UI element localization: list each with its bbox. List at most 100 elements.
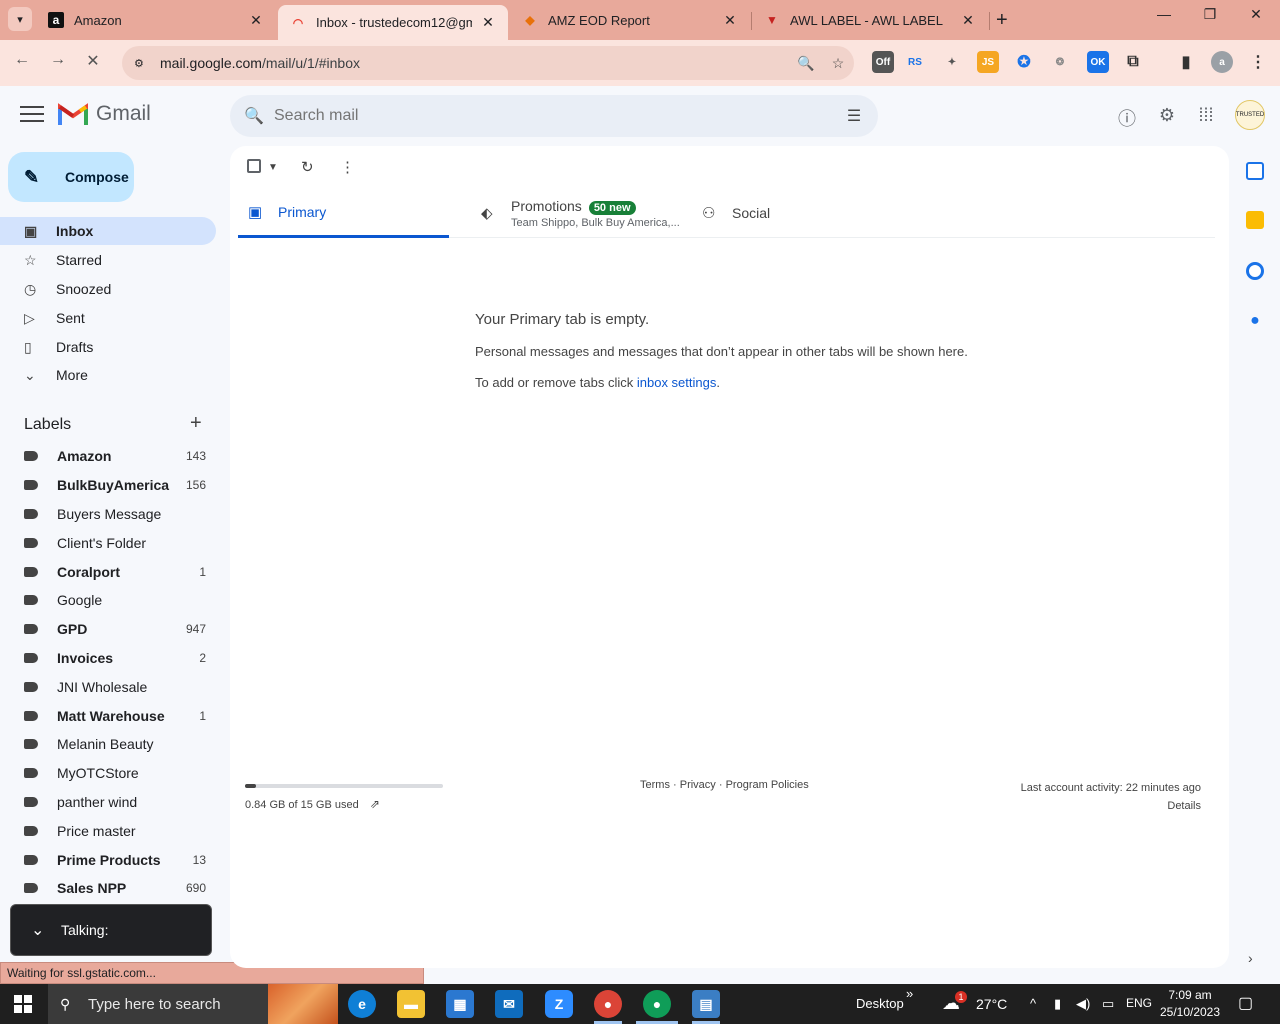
- label-prime-products[interactable]: Prime Products 13: [0, 846, 216, 874]
- browser-tab-gmail[interactable]: ◠ Inbox - trustedecom12@gmail ✕: [278, 5, 508, 40]
- privacy-link[interactable]: Privacy: [680, 779, 716, 791]
- compose-button[interactable]: ✎ Compose: [8, 152, 134, 202]
- label-amazon[interactable]: Amazon 143: [0, 442, 216, 470]
- taskbar-search[interactable]: ⚲ Type here to search: [48, 984, 338, 1024]
- calculator-icon[interactable]: ▤: [692, 990, 720, 1018]
- apps-grid-icon[interactable]: ⁞⁞⁞: [1194, 105, 1218, 129]
- contacts-icon[interactable]: ●: [1246, 312, 1264, 330]
- browser-tab-amazon[interactable]: a Amazon ✕: [36, 0, 276, 40]
- bookmark-star-icon[interactable]: ☆: [822, 55, 854, 72]
- back-arrow-icon[interactable]: ←: [10, 51, 34, 75]
- chevron-right-icon[interactable]: »: [906, 986, 913, 1001]
- sidebar-item-more[interactable]: ⌄ More: [0, 361, 216, 389]
- program-policies-link[interactable]: Program Policies: [726, 779, 809, 791]
- language-indicator[interactable]: ENG: [1126, 996, 1152, 1010]
- network-icon[interactable]: ▭: [1102, 996, 1114, 1012]
- label-bulkbuyamerica[interactable]: BulkBuyAmerica 156: [0, 471, 216, 499]
- profile-avatar[interactable]: a: [1211, 51, 1233, 73]
- file-explorer-icon[interactable]: ▬: [397, 990, 425, 1018]
- js-extension-icon[interactable]: JS: [977, 51, 999, 73]
- sidebar-item-snoozed[interactable]: ◷ Snoozed: [0, 275, 216, 303]
- tasks-icon[interactable]: [1246, 262, 1264, 280]
- ok-extension-icon[interactable]: OK: [1087, 51, 1109, 73]
- refresh-icon[interactable]: ↻: [301, 158, 314, 176]
- stop-loading-icon[interactable]: ✕: [81, 51, 105, 75]
- keep-icon[interactable]: [1246, 211, 1264, 229]
- desktop-toolbar-label[interactable]: Desktop: [856, 996, 904, 1011]
- tab-primary[interactable]: ▣ Primary: [238, 188, 449, 238]
- inbox-settings-link[interactable]: inbox settings: [637, 375, 717, 390]
- label-gpd[interactable]: GPD 947: [0, 615, 216, 643]
- puzzle-extension-icon[interactable]: ⧉: [1122, 51, 1144, 73]
- url-text[interactable]: mail.google.com/mail/u/1/#inbox: [160, 55, 790, 71]
- activity-details-link[interactable]: Details: [1167, 800, 1201, 812]
- label-jni-wholesale[interactable]: JNI Wholesale: [0, 673, 216, 701]
- mail-icon[interactable]: ✉: [495, 990, 523, 1018]
- side-panel-icon[interactable]: ▮: [1175, 51, 1197, 73]
- extension-3-icon[interactable]: ✦: [941, 51, 963, 73]
- extension-5-icon[interactable]: ✪: [1013, 51, 1035, 73]
- microphone-icon[interactable]: ▮: [1054, 996, 1061, 1012]
- close-icon[interactable]: ✕: [722, 12, 738, 29]
- sidebar-item-starred[interactable]: ☆ Starred: [0, 246, 216, 274]
- temperature-text[interactable]: 27°C: [976, 996, 1007, 1012]
- address-bar[interactable]: ⚙ mail.google.com/mail/u/1/#inbox 🔍 ☆: [122, 46, 854, 80]
- gmail-logo[interactable]: Gmail: [58, 102, 151, 126]
- label-clients-folder[interactable]: Client's Folder: [0, 529, 216, 557]
- chevron-up-icon[interactable]: ^: [1030, 996, 1036, 1011]
- select-all-checkbox[interactable]: [247, 159, 261, 173]
- search-icon[interactable]: 🔍: [234, 106, 274, 126]
- help-icon[interactable]: ⓘ: [1115, 105, 1139, 129]
- search-input[interactable]: [274, 107, 830, 125]
- sidebar-item-sent[interactable]: ▷ Sent: [0, 304, 216, 332]
- add-label-icon[interactable]: +: [190, 412, 202, 435]
- browser-tab-amz-eod[interactable]: ◆ AMZ EOD Report ✕: [510, 0, 750, 40]
- label-invoices[interactable]: Invoices 2: [0, 644, 216, 672]
- label-buyers-message[interactable]: Buyers Message: [0, 500, 216, 528]
- menu-dots-icon[interactable]: ⋮: [1247, 51, 1269, 73]
- tab-search-button[interactable]: ▾: [8, 7, 32, 31]
- edge-icon[interactable]: e: [348, 990, 376, 1018]
- label-google[interactable]: Google: [0, 586, 216, 614]
- minimize-icon[interactable]: —: [1141, 6, 1187, 22]
- store-icon[interactable]: ▦: [446, 990, 474, 1018]
- close-icon[interactable]: ✕: [248, 12, 264, 29]
- chrome-profile-m-icon[interactable]: ●: [594, 990, 622, 1018]
- sidebar-item-inbox[interactable]: ▣ Inbox: [0, 217, 216, 245]
- windows-start-icon[interactable]: [14, 995, 32, 1013]
- tab-social[interactable]: ⚇ Social: [692, 188, 892, 238]
- account-avatar[interactable]: TRUSTED: [1235, 100, 1265, 130]
- chevron-right-icon[interactable]: ›: [1248, 950, 1253, 966]
- volume-icon[interactable]: ◀): [1076, 996, 1090, 1012]
- main-menu-icon[interactable]: [20, 106, 44, 124]
- close-icon[interactable]: ✕: [480, 14, 496, 31]
- search-options-icon[interactable]: ☰: [830, 106, 878, 126]
- label-matt-warehouse[interactable]: Matt Warehouse 1: [0, 702, 216, 730]
- open-external-icon[interactable]: ⇗: [370, 797, 380, 811]
- talking-panel[interactable]: ⌄ Talking:: [10, 904, 212, 956]
- browser-tab-awl[interactable]: ▼ AWL LABEL - AWL LABEL ✕: [752, 0, 988, 40]
- calendar-icon[interactable]: [1246, 162, 1264, 180]
- label-myotcstore[interactable]: MyOTCStore: [0, 759, 216, 787]
- sidebar-item-drafts[interactable]: ▯ Drafts: [0, 333, 216, 361]
- close-icon[interactable]: ✕: [960, 12, 976, 29]
- zoom-app-icon[interactable]: Z: [545, 990, 573, 1018]
- window-close-icon[interactable]: ✕: [1233, 6, 1279, 23]
- terms-link[interactable]: Terms: [640, 779, 670, 791]
- label-price-master[interactable]: Price master: [0, 817, 216, 845]
- more-options-icon[interactable]: ⋮: [340, 158, 355, 176]
- label-panther-wind[interactable]: panther wind: [0, 788, 216, 816]
- rs-extension-icon[interactable]: RS: [904, 51, 926, 73]
- chevron-down-icon[interactable]: ⌄: [31, 920, 51, 940]
- site-info-icon[interactable]: ⚙: [134, 57, 154, 70]
- select-dropdown-icon[interactable]: ▼: [268, 162, 278, 173]
- taskbar-clock[interactable]: 7:09 am 25/10/2023: [1155, 987, 1225, 1021]
- new-tab-icon[interactable]: +: [996, 9, 1008, 32]
- tab-promotions[interactable]: ⬖ Promotions 50 new Team Shippo, Bulk Buy…: [471, 188, 691, 238]
- label-melanin-beauty[interactable]: Melanin Beauty: [0, 730, 216, 758]
- label-sales-npp[interactable]: Sales NPP 690: [0, 874, 216, 902]
- off-extension-icon[interactable]: Off: [872, 51, 894, 73]
- forward-arrow-icon[interactable]: →: [46, 51, 70, 75]
- settings-gear-icon[interactable]: ⚙: [1155, 105, 1179, 129]
- chrome-profile-a-icon[interactable]: ●: [643, 990, 671, 1018]
